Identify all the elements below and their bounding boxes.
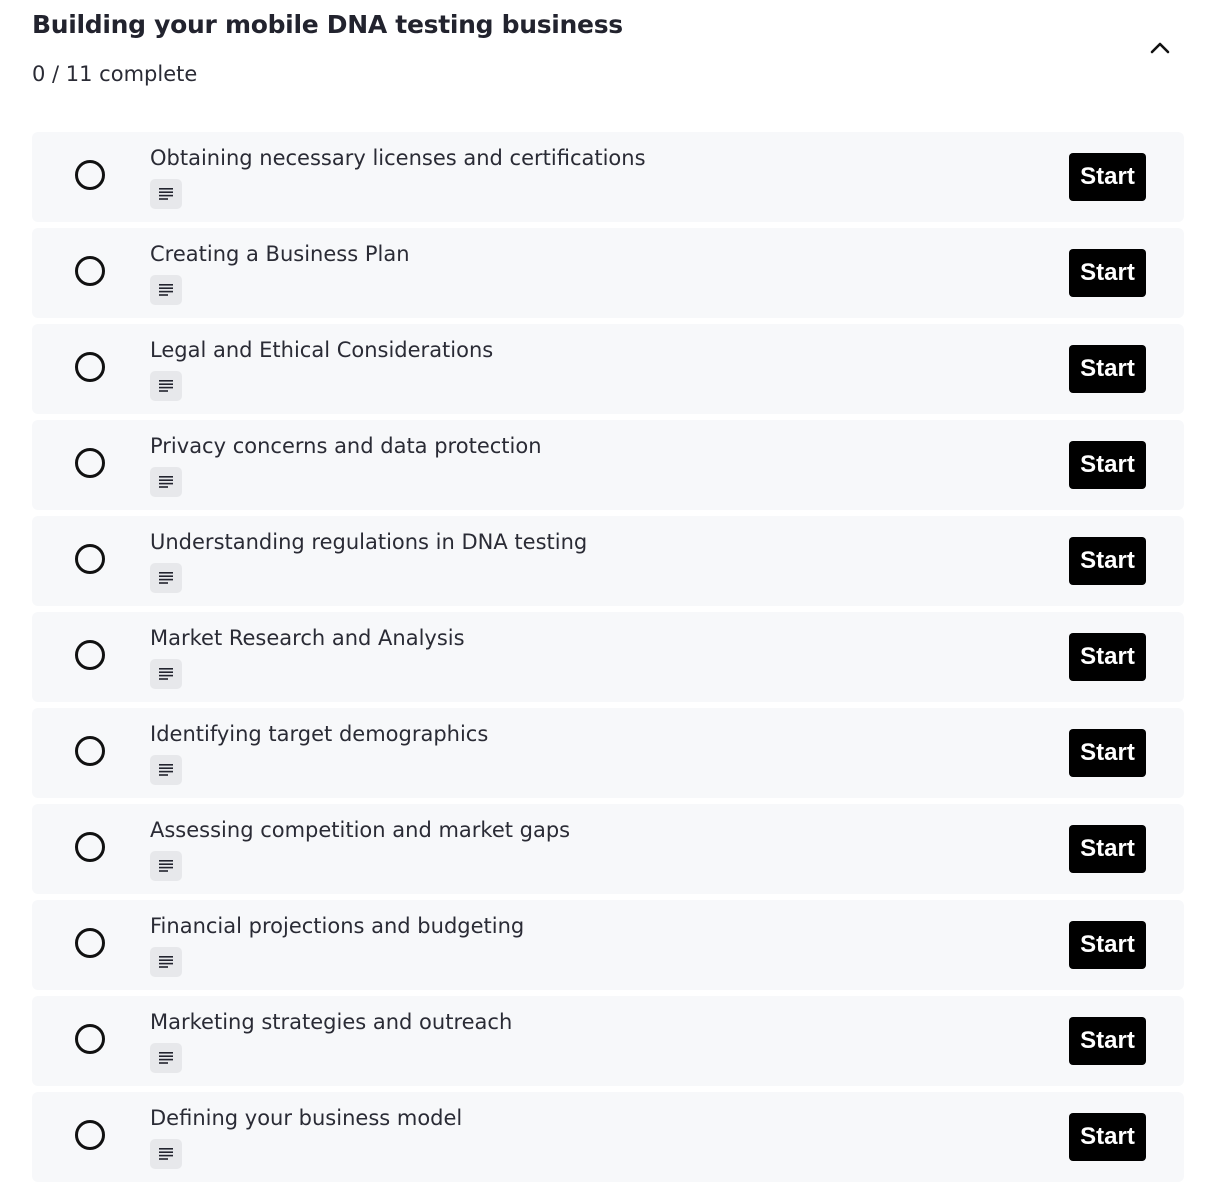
lesson-type-badge: [150, 755, 182, 785]
lesson-row: Defining your business model Start: [32, 1092, 1184, 1182]
lesson-list: Obtaining necessary licenses and certifi…: [32, 132, 1184, 1182]
lesson-row: Creating a Business Plan Start: [32, 228, 1184, 318]
lesson-type-badge: [150, 467, 182, 497]
lesson-title: Marketing strategies and outreach: [150, 1010, 513, 1034]
lesson-title: Legal and Ethical Considerations: [150, 338, 494, 362]
lesson-type-badge: [150, 179, 182, 209]
lesson-status-circle[interactable]: [75, 832, 105, 862]
lesson-type-badge: [150, 1043, 182, 1073]
collapse-toggle-button[interactable]: [1144, 34, 1176, 62]
lesson-title: Obtaining necessary licenses and certifi…: [150, 146, 646, 170]
lesson-row: Identifying target demographics Start: [32, 708, 1184, 798]
lesson-type-badge: [150, 1139, 182, 1169]
lesson-status-circle[interactable]: [75, 352, 105, 382]
text-lines-icon: [159, 572, 173, 584]
module-progress: 0 / 11 complete: [32, 62, 198, 86]
lesson-status-circle[interactable]: [75, 544, 105, 574]
lesson-title: Financial projections and budgeting: [150, 914, 525, 938]
lesson-type-badge: [150, 275, 182, 305]
text-lines-icon: [159, 668, 173, 680]
start-lesson-button[interactable]: Start: [1069, 1113, 1146, 1161]
text-lines-icon: [159, 1052, 173, 1064]
lesson-status-circle[interactable]: [75, 736, 105, 766]
lesson-status-circle[interactable]: [75, 1024, 105, 1054]
start-lesson-button[interactable]: Start: [1069, 537, 1146, 585]
lesson-status-circle[interactable]: [75, 1120, 105, 1150]
lesson-type-badge: [150, 563, 182, 593]
text-lines-icon: [159, 860, 173, 872]
text-lines-icon: [159, 764, 173, 776]
start-lesson-button[interactable]: Start: [1069, 1017, 1146, 1065]
start-lesson-button[interactable]: Start: [1069, 825, 1146, 873]
lesson-title: Creating a Business Plan: [150, 242, 410, 266]
start-lesson-button[interactable]: Start: [1069, 633, 1146, 681]
text-lines-icon: [159, 284, 173, 296]
text-lines-icon: [159, 188, 173, 200]
start-lesson-button[interactable]: Start: [1069, 729, 1146, 777]
start-lesson-button[interactable]: Start: [1069, 153, 1146, 201]
lesson-row: Marketing strategies and outreach Start: [32, 996, 1184, 1086]
lesson-type-badge: [150, 371, 182, 401]
course-module: Building your mobile DNA testing busines…: [0, 0, 1208, 1182]
lesson-row: Understanding regulations in DNA testing…: [32, 516, 1184, 606]
start-lesson-button[interactable]: Start: [1069, 345, 1146, 393]
lesson-status-circle[interactable]: [75, 448, 105, 478]
lesson-row: Privacy concerns and data protection Sta…: [32, 420, 1184, 510]
lesson-row: Obtaining necessary licenses and certifi…: [32, 132, 1184, 222]
lesson-type-badge: [150, 947, 182, 977]
start-lesson-button[interactable]: Start: [1069, 249, 1146, 297]
lesson-title: Assessing competition and market gaps: [150, 818, 571, 842]
lesson-title: Defining your business model: [150, 1106, 463, 1130]
lesson-row: Market Research and Analysis Start: [32, 612, 1184, 702]
module-header: Building your mobile DNA testing busines…: [32, 0, 1184, 132]
lesson-status-circle[interactable]: [75, 928, 105, 958]
module-title: Building your mobile DNA testing busines…: [32, 10, 623, 39]
lesson-status-circle[interactable]: [75, 640, 105, 670]
lesson-title: Understanding regulations in DNA testing: [150, 530, 588, 554]
text-lines-icon: [159, 380, 173, 392]
lesson-title: Privacy concerns and data protection: [150, 434, 542, 458]
lesson-row: Legal and Ethical Considerations Start: [32, 324, 1184, 414]
lesson-status-circle[interactable]: [75, 256, 105, 286]
lesson-title: Market Research and Analysis: [150, 626, 465, 650]
lesson-row: Assessing competition and market gaps St…: [32, 804, 1184, 894]
lesson-type-badge: [150, 851, 182, 881]
lesson-type-badge: [150, 659, 182, 689]
lesson-row: Financial projections and budgeting Star…: [32, 900, 1184, 990]
chevron-up-icon: [1150, 42, 1170, 54]
text-lines-icon: [159, 956, 173, 968]
lesson-status-circle[interactable]: [75, 160, 105, 190]
start-lesson-button[interactable]: Start: [1069, 441, 1146, 489]
start-lesson-button[interactable]: Start: [1069, 921, 1146, 969]
text-lines-icon: [159, 1148, 173, 1160]
lesson-title: Identifying target demographics: [150, 722, 489, 746]
text-lines-icon: [159, 476, 173, 488]
